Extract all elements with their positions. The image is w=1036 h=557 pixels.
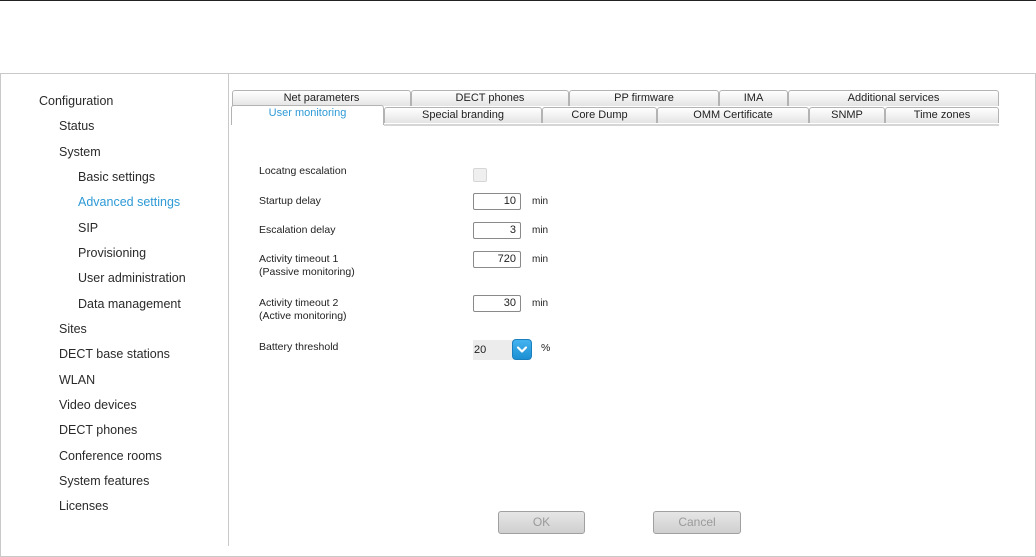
sidebar-item-dect-base-stations[interactable]: DECT base stations: [59, 347, 170, 361]
tab-pp-firmware[interactable]: PP firmware: [569, 90, 719, 106]
tab-omm-certificate[interactable]: OMM Certificate: [657, 107, 809, 123]
main-frame: [0, 73, 1036, 557]
tab-time-zones[interactable]: Time zones: [885, 107, 999, 123]
startup-delay-unit: min: [532, 196, 549, 207]
locating-escalation-label: Locatng escalation: [259, 165, 347, 177]
sidebar-item-video-devices[interactable]: Video devices: [59, 398, 137, 412]
ok-button[interactable]: OK: [498, 511, 585, 534]
chevron-down-icon: [516, 346, 528, 353]
sidebar-item-sip[interactable]: SIP: [78, 221, 98, 235]
activity-timeout-2-label: Activity timeout 2: [259, 297, 339, 309]
sidebar-item-conference-rooms[interactable]: Conference rooms: [59, 449, 162, 463]
battery-threshold-dropdown-button[interactable]: [512, 339, 532, 360]
sidebar-item-basic-settings[interactable]: Basic settings: [78, 170, 155, 184]
tab-core-dump[interactable]: Core Dump: [542, 107, 657, 123]
sidebar-item-advanced-settings[interactable]: Advanced settings: [78, 195, 180, 209]
activity-timeout-2-input[interactable]: 30: [473, 295, 521, 312]
sidebar-item-provisioning[interactable]: Provisioning: [78, 246, 146, 260]
tab-user-monitoring[interactable]: User monitoring: [231, 105, 384, 125]
activity-timeout-1-label: Activity timeout 1: [259, 253, 339, 265]
locating-escalation-checkbox[interactable]: [473, 168, 487, 182]
sidebar-item-wlan[interactable]: WLAN: [59, 373, 95, 387]
sidebar-item-system-features[interactable]: System features: [59, 474, 149, 488]
tab-snmp[interactable]: SNMP: [809, 107, 885, 123]
activity-timeout-1-unit: min: [532, 254, 549, 265]
sidebar-item-dect-phones[interactable]: DECT phones: [59, 423, 137, 437]
sidebar-root-configuration[interactable]: Configuration: [39, 94, 113, 108]
sidebar-divider: [228, 74, 229, 546]
tab-strip-border: [384, 124, 999, 126]
top-border: [0, 0, 1036, 1]
sidebar-item-status[interactable]: Status: [59, 119, 94, 133]
escalation-delay-label: Escalation delay: [259, 224, 336, 236]
cancel-button[interactable]: Cancel: [653, 511, 741, 534]
activity-timeout-2-sublabel: (Active monitoring): [259, 310, 347, 322]
sidebar-item-licenses[interactable]: Licenses: [59, 499, 108, 513]
tab-dect-phones[interactable]: DECT phones: [411, 90, 569, 106]
startup-delay-label: Startup delay: [259, 195, 321, 207]
sidebar-item-data-management[interactable]: Data management: [78, 297, 181, 311]
activity-timeout-1-input[interactable]: 720: [473, 251, 521, 268]
sidebar-item-user-administration[interactable]: User administration: [78, 271, 186, 285]
tab-ima[interactable]: IMA: [719, 90, 788, 106]
battery-threshold-label: Battery threshold: [259, 341, 339, 353]
sidebar-item-sites[interactable]: Sites: [59, 322, 87, 336]
tab-special-branding[interactable]: Special branding: [384, 107, 542, 123]
startup-delay-input[interactable]: 10: [473, 193, 521, 210]
tab-net-parameters[interactable]: Net parameters: [232, 90, 411, 106]
tab-additional-services[interactable]: Additional services: [788, 90, 999, 106]
escalation-delay-input[interactable]: 3: [473, 222, 521, 239]
sidebar-item-system[interactable]: System: [59, 145, 101, 159]
battery-threshold-unit: %: [541, 342, 551, 354]
activity-timeout-2-unit: min: [532, 298, 549, 309]
escalation-delay-unit: min: [532, 225, 549, 236]
activity-timeout-1-sublabel: (Passive monitoring): [259, 266, 355, 278]
